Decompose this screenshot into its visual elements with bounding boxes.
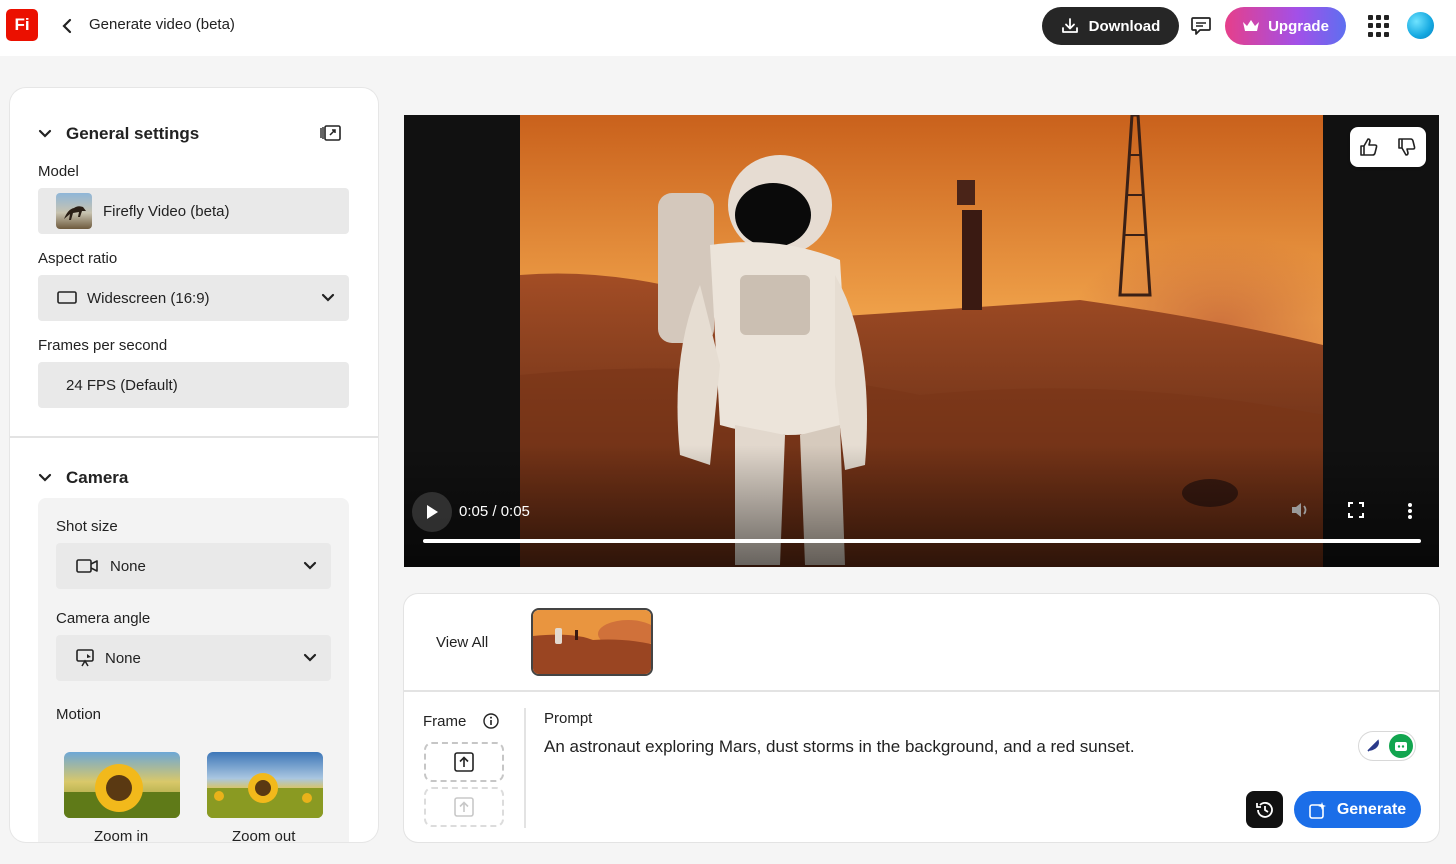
comment-icon [1191,17,1211,35]
aspect-ratio-select[interactable]: Widescreen (16:9) [38,275,349,321]
feather-icon [1362,735,1384,757]
view-all-link[interactable]: View All [436,634,488,651]
model-label: Model [38,163,79,180]
widescreen-icon [57,291,77,304]
model-thumbnail [56,193,92,229]
motion-zoom-in-label: Zoom in [94,828,149,842]
fullscreen-button[interactable] [1348,502,1364,521]
back-button[interactable] [58,15,76,37]
video-camera-icon [76,559,98,573]
prompt-label: Prompt [544,710,593,727]
more-vertical-icon [1408,503,1412,519]
camera-settings-panel: Shot size None Camera angle None Motion … [38,498,349,842]
chevron-down-icon [303,561,317,570]
first-frame-upload[interactable] [424,742,504,782]
volume-icon [1292,503,1307,517]
fps-value: 24 FPS (Default) [66,376,178,394]
camera-header[interactable]: Camera [38,468,128,488]
page-title: Generate video (beta) [89,16,235,33]
fps-select[interactable]: 24 FPS (Default) [38,362,349,408]
frame-label: Frame [423,713,467,730]
more-options-button[interactable] [1407,502,1413,523]
download-icon [1061,18,1078,33]
apps-grid-icon[interactable] [1368,15,1390,37]
prompt-input[interactable]: An astronaut exploring Mars, dust storms… [544,737,1135,757]
motion-zoom-out-thumbnail[interactable] [207,752,323,818]
chevron-down-icon [38,129,52,138]
playback-time: 0:05 / 0:05 [459,503,530,520]
play-button[interactable] [412,492,452,532]
camera-angle-value: None [105,649,141,667]
model-value: Firefly Video (beta) [103,202,230,220]
volume-button[interactable] [1290,501,1310,522]
panel-divider [404,690,1439,692]
camera-title: Camera [66,468,129,487]
thumbs-up-icon[interactable] [1359,137,1379,157]
video-player[interactable]: 0:05 / 0:05 [404,115,1439,567]
generated-video-thumbnail[interactable] [531,608,653,676]
progress-bar[interactable] [423,539,1421,543]
content-credentials-toggle[interactable] [1359,732,1415,760]
vertical-separator [524,708,526,828]
play-icon [427,505,438,519]
avatar[interactable] [1407,12,1434,39]
generate-icon [1309,801,1326,819]
chevron-down-icon [321,293,335,302]
settings-sidebar: General settings Model Firefly Video (be… [10,88,378,842]
camera-angle-icon [76,649,94,667]
last-frame-upload [424,787,504,827]
generate-button[interactable]: Generate [1294,791,1421,828]
crown-icon [1243,20,1260,31]
collapse-panel-icon[interactable] [320,124,342,145]
feedback-comment-button[interactable] [1189,14,1213,38]
bot-icon [1389,734,1413,758]
motion-zoom-in-thumbnail[interactable] [64,752,180,818]
motion-zoom-out-label: Zoom out [232,828,296,842]
chevron-down-icon [38,473,52,482]
history-button[interactable] [1246,791,1283,828]
generate-label: Generate [1336,800,1407,818]
rating-controls [1350,127,1426,167]
fps-label: Frames per second [38,337,168,354]
motion-label: Motion [56,706,102,723]
upload-icon [454,752,474,772]
prompt-panel: View All Frame Prompt An astronaut explo… [404,594,1439,842]
chevron-down-icon [303,653,317,662]
aspect-ratio-label: Aspect ratio [38,250,118,267]
general-settings-header[interactable]: General settings [38,124,199,144]
fullscreen-icon [1348,502,1364,518]
upgrade-label: Upgrade [1268,17,1329,35]
download-button[interactable]: Download [1042,7,1179,45]
shot-size-value: None [110,557,146,575]
model-select[interactable]: Firefly Video (beta) [38,188,349,234]
thumbs-down-icon[interactable] [1397,137,1417,157]
shot-size-select[interactable]: None [56,543,331,589]
controls-overlay [404,445,1439,567]
chevron-left-icon [62,18,72,34]
top-bar: Fi Generate video (beta) Download Upgrad… [0,0,1456,56]
aspect-ratio-value: Widescreen (16:9) [87,289,210,307]
camera-angle-label: Camera angle [56,610,151,627]
app-logo[interactable]: Fi [6,9,38,41]
info-icon[interactable] [483,713,499,732]
shot-size-label: Shot size [56,518,118,535]
section-divider [10,436,378,438]
general-settings-title: General settings [66,124,200,143]
download-label: Download [1088,17,1161,35]
upload-icon [454,797,474,817]
upgrade-button[interactable]: Upgrade [1225,7,1346,45]
history-icon [1255,801,1273,818]
app-logo-text: Fi [14,15,30,34]
camera-angle-select[interactable]: None [56,635,331,681]
